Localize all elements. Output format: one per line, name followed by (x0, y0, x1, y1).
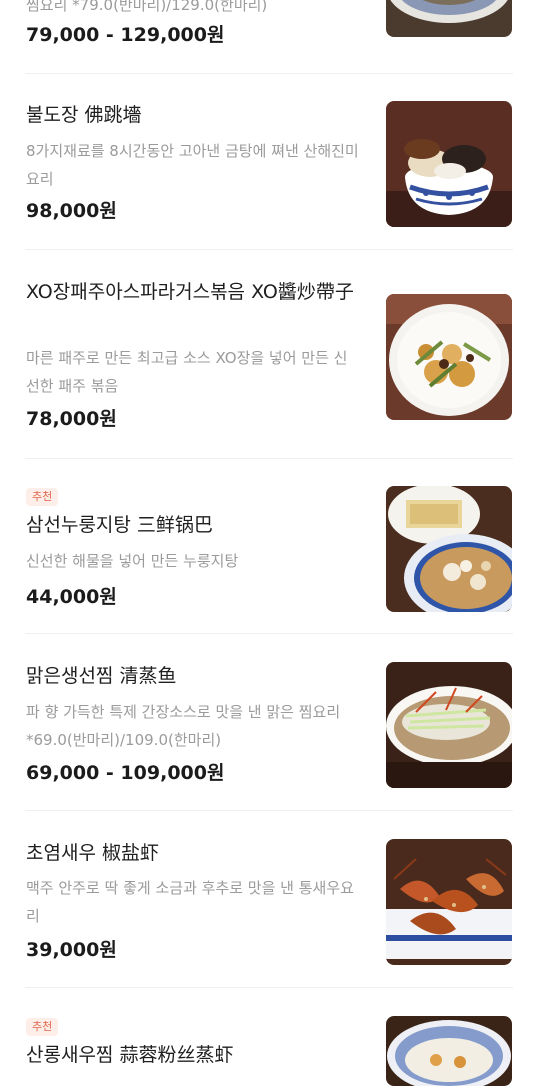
menu-item-description: 맥주 안주로 딱 좋게 소금과 후추로 맛을 낸 통새우요리 (26, 879, 354, 925)
menu-item-price: 44,000원 (26, 586, 117, 608)
menu-item-name: XO장패주아스파라거스볶음 XO醬炒帶子 (26, 281, 354, 303)
menu-item[interactable]: 맑은생선찜 清蒸鱼 파 향 가득한 특제 간장소스로 맛을 낸 맑은 찜요리 *… (0, 634, 538, 811)
menu-item-image[interactable] (386, 101, 512, 227)
menu-item-name: 초염새우 椒盐虾 (26, 842, 159, 864)
menu-item-description: 찜요리 *79.0(반마리)/129.0(한마리) (26, 0, 268, 14)
menu-item[interactable]: 찜요리 *79.0(반마리)/129.0(한마리) 79,000 - 129,0… (0, 0, 538, 74)
menu-item[interactable]: XO장패주아스파라거스볶음 XO醬炒帶子 마른 패주로 만든 최고급 소스 XO… (0, 250, 538, 459)
menu-item-price: 78,000원 (26, 408, 117, 430)
menu-item-description: 마른 패주로 만든 최고급 소스 XO장을 넣어 만든 신선한 패주 볶음 (26, 349, 348, 395)
menu-item-price: 39,000원 (26, 939, 117, 961)
menu-item-price: 79,000 - 129,000원 (26, 24, 225, 46)
menu-item-name: 불도장 佛跳墻 (26, 104, 142, 126)
menu-item[interactable]: 추천 삼선누룽지탕 三鲜锅巴 신선한 해물을 넣어 만든 누룽지탕 44,000… (0, 458, 538, 634)
dish-photo-steamed-fish-icon (386, 662, 512, 788)
recommended-badge: 추천 (26, 488, 59, 506)
menu-item-image[interactable] (386, 839, 512, 965)
menu-item[interactable]: 초염새우 椒盐虾 맥주 안주로 딱 좋게 소금과 후추로 맛을 낸 통새우요리 … (0, 811, 538, 988)
menu-item-price: 69,000 - 109,000원 (26, 762, 225, 784)
menu-item-image[interactable] (386, 662, 512, 788)
menu-item-price: 98,000원 (26, 200, 117, 222)
menu-item-image[interactable] (386, 294, 512, 420)
menu-item-name: 삼선누룽지탕 三鲜锅巴 (26, 514, 213, 536)
dish-photo-soup-bowl-icon (386, 101, 512, 227)
menu-item-description: 신선한 해물을 넣어 만든 누룽지탕 (26, 552, 239, 570)
menu-item-name: 산롱새우찜 蒜蓉粉丝蒸虾 (26, 1044, 234, 1066)
recommended-badge: 추천 (26, 1018, 59, 1036)
menu-item[interactable]: 불도장 佛跳墻 8가지재료를 8시간동안 고아낸 금탕에 쪄낸 산해진미 요리 … (0, 74, 538, 250)
menu-item-image[interactable] (386, 0, 512, 37)
menu-item-description: 8가지재료를 8시간동안 고아낸 금탕에 쪄낸 산해진미 요리 (26, 142, 359, 188)
menu-item[interactable]: 추천 산롱새우찜 蒜蓉粉丝蒸虾 (0, 988, 538, 1088)
dish-photo-salt-pepper-shrimp-icon (386, 839, 512, 965)
dish-photo-plated-icon (386, 0, 512, 37)
menu-item-image[interactable] (386, 486, 512, 612)
dish-photo-rice-crust-soup-icon (386, 486, 512, 612)
menu-item-description: 파 향 가득한 특제 간장소스로 맛을 낸 맑은 찜요리 *69.0(반마리)/… (26, 703, 341, 749)
dish-photo-scallop-stirfry-icon (386, 294, 512, 420)
menu-item-name: 맑은생선찜 清蒸鱼 (26, 665, 177, 687)
